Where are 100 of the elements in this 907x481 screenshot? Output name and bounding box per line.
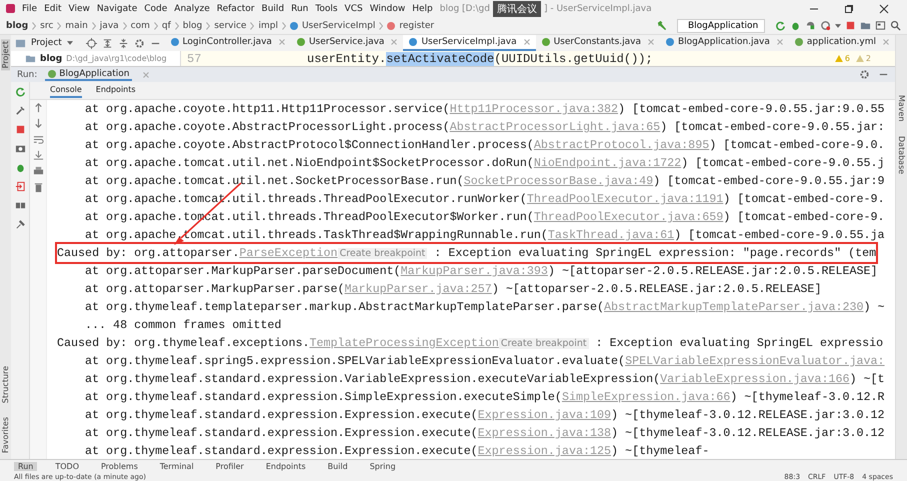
- breadcrumb-item[interactable]: main: [65, 20, 88, 30]
- chevron-icon: [174, 22, 179, 30]
- breadcrumb-item[interactable]: blog: [6, 20, 28, 30]
- trash-icon[interactable]: [32, 182, 44, 193]
- editor-tab[interactable]: UserService.java: [290, 35, 404, 51]
- target-icon[interactable]: [86, 38, 96, 48]
- console-line: ... 48 common frames omitted: [84, 317, 282, 334]
- breadcrumb-item[interactable]: com: [130, 20, 150, 30]
- chevron-icon: [122, 22, 127, 30]
- menu-item[interactable]: Build: [262, 4, 284, 14]
- breadcrumb-item[interactable]: register: [399, 20, 434, 30]
- breadcrumb-item[interactable]: UserServiceImpl: [302, 20, 376, 30]
- menu-item[interactable]: File: [22, 4, 38, 14]
- run-label: Run:: [17, 70, 38, 80]
- chevron-icon: [282, 22, 286, 30]
- profiler-icon[interactable]: [820, 20, 831, 31]
- collapse-icon[interactable]: [102, 38, 112, 48]
- meeting-badge[interactable]: 腾讯会议: [492, 0, 541, 16]
- menu-item[interactable]: View: [68, 4, 90, 14]
- tool-window-tab[interactable]: TODO: [51, 462, 83, 471]
- tool-window-tab[interactable]: Terminal: [156, 462, 198, 471]
- restore-icon[interactable]: [844, 4, 854, 14]
- print-icon[interactable]: [32, 166, 44, 177]
- console-line: at org.thymeleaf.standard.expression.Expression.execute(Expression.java:138) ~[thymeleaf-3.0.12.RELEASE.jar:3.0.12: [84, 425, 885, 442]
- menu-item[interactable]: Refactor: [216, 4, 255, 14]
- search-icon[interactable]: [890, 20, 901, 31]
- console-line: at org.attoparser.MarkupParser.parse(MarkupParser.java:257) ~[attoparser-2.0.5.RELEASE.jar:2.0.5.RELEASE]: [84, 281, 822, 298]
- breadcrumb-item[interactable]: qf: [162, 20, 171, 30]
- layout-icon[interactable]: [14, 200, 26, 211]
- tool-window-tab[interactable]: Build: [324, 462, 352, 471]
- caret-icon[interactable]: [835, 24, 841, 28]
- menu-item[interactable]: Help: [412, 4, 433, 14]
- editor-tab[interactable]: BlogApplication.java: [660, 35, 789, 51]
- menu-item[interactable]: Run: [291, 4, 308, 14]
- down-arrow-icon[interactable]: [32, 118, 44, 129]
- breadcrumb-item[interactable]: blog: [182, 20, 202, 30]
- editor-tab[interactable]: UserConstants.java: [536, 35, 660, 51]
- editor-tab[interactable]: application.yml: [788, 35, 895, 51]
- expand-icon[interactable]: [118, 38, 128, 48]
- app-logo-icon: [6, 4, 15, 13]
- caret-icon[interactable]: [66, 41, 73, 45]
- console-tab[interactable]: Console: [50, 83, 82, 98]
- breadcrumb-item[interactable]: impl: [258, 20, 278, 30]
- tool-window-tab[interactable]: Problems: [96, 462, 142, 471]
- console-line: Caused by: org.attoparser.ParseException Create breakpoint : Exception evaluating SpringEL expression: "page.records" (tem: [57, 244, 876, 262]
- console-line: at org.thymeleaf.standard.expression.Expression.execute(Expression.java:125) ~[thymeleaf-: [84, 443, 710, 460]
- tool-window-tab[interactable]: Run: [14, 462, 38, 471]
- folder-icon[interactable]: [860, 20, 871, 31]
- menu-item[interactable]: Tools: [315, 4, 338, 14]
- method-icon: [387, 22, 396, 30]
- tool-window-tab[interactable]: Favorites: [1, 414, 10, 455]
- console-line: at org.thymeleaf.standard.expression.VariableExpression.executeVariableExpression(VariableExpression.java:166) ~[t: [84, 371, 885, 388]
- close-icon[interactable]: [879, 4, 889, 14]
- tool-window-tab[interactable]: Database: [897, 134, 906, 176]
- tool-window-tab[interactable]: Spring: [366, 462, 400, 471]
- menu-item[interactable]: Navigate: [96, 4, 138, 14]
- settings-icon[interactable]: [859, 69, 870, 80]
- folder-icon: [25, 53, 36, 64]
- layout-icon[interactable]: [875, 20, 886, 31]
- menu-item[interactable]: VCS: [344, 4, 363, 14]
- tree-item[interactable]: blog: [40, 54, 62, 64]
- console-line: at org.thymeleaf.templateparser.markup.AbstractMarkupTemplateParser.parse(AbstractMarkupTemplateParser.java:230) ~: [84, 299, 885, 316]
- warning-icon: [834, 55, 843, 62]
- exit-icon[interactable]: [14, 181, 26, 192]
- menu-item[interactable]: Code: [144, 4, 168, 14]
- breadcrumb-item[interactable]: service: [214, 20, 246, 30]
- stop-icon[interactable]: [845, 20, 856, 31]
- console-line: at org.apache.coyote.http11.Http11Processor.service(Http11Processor.java:382) [tomcat-embed-core-9.0.55.jar:9.0.55: [84, 101, 885, 118]
- tool-window-tab[interactable]: Structure: [1, 364, 10, 405]
- settings-icon[interactable]: [134, 38, 144, 48]
- camera-icon[interactable]: [14, 143, 26, 154]
- console-line: at org.apache.tomcat.util.net.SocketProcessorBase.run(SocketProcessorBase.java:49) [tomcat-embed-core-9.0.55.jar:9: [84, 173, 885, 190]
- tool-window-tab[interactable]: Maven: [897, 93, 906, 124]
- console-line: at org.thymeleaf.standard.expression.Expression.execute(Expression.java:109) ~[thymeleaf-3.0.12.RELEASE.jar:3.0.12: [84, 407, 885, 424]
- wrench-icon[interactable]: [14, 105, 26, 116]
- breadcrumb-item[interactable]: java: [100, 20, 119, 30]
- chevron-icon: [250, 22, 254, 30]
- menu-item[interactable]: Analyze: [174, 4, 210, 14]
- rerun-icon[interactable]: [775, 20, 786, 31]
- menu-item[interactable]: Window: [370, 4, 406, 14]
- editor-tab[interactable]: UserServiceImpl.java: [403, 35, 536, 51]
- breadcrumb-item[interactable]: src: [40, 20, 54, 30]
- rerun-icon[interactable]: [14, 86, 26, 97]
- project-tool-tab[interactable]: Project: [1, 39, 10, 70]
- up-arrow-icon[interactable]: [32, 102, 44, 113]
- scroll-to-end-icon[interactable]: [32, 150, 44, 161]
- soft-wrap-icon[interactable]: [32, 134, 44, 145]
- stop-icon[interactable]: [14, 124, 26, 135]
- tool-window-tab[interactable]: Endpoints: [262, 462, 310, 471]
- console-line: at org.thymeleaf.spring5.expression.SPELVariableExpressionEvaluator.evaluate(SPELVariableExpressionEvaluator.java:: [84, 353, 885, 370]
- tool-window-tab[interactable]: Profiler: [212, 462, 248, 471]
- project-panel-title[interactable]: Project: [31, 38, 62, 48]
- code-line: userEntity.setActivateCode(UUIDUtils.getUuid());: [306, 52, 653, 66]
- menu-item[interactable]: Edit: [44, 4, 62, 14]
- class-icon: [290, 22, 298, 30]
- run-configuration-dropdown[interactable]: BlogApplication: [677, 18, 765, 32]
- warning-icon: [856, 55, 864, 62]
- console-tab[interactable]: Endpoints: [96, 83, 136, 98]
- editor-tab[interactable]: LoginController.java: [164, 35, 291, 51]
- console-line: at org.apache.coyote.AbstractProcessorLight.process(AbstractProcessorLight.java:65) [tomcat-embed-core-9.0.55.jar:: [84, 119, 885, 136]
